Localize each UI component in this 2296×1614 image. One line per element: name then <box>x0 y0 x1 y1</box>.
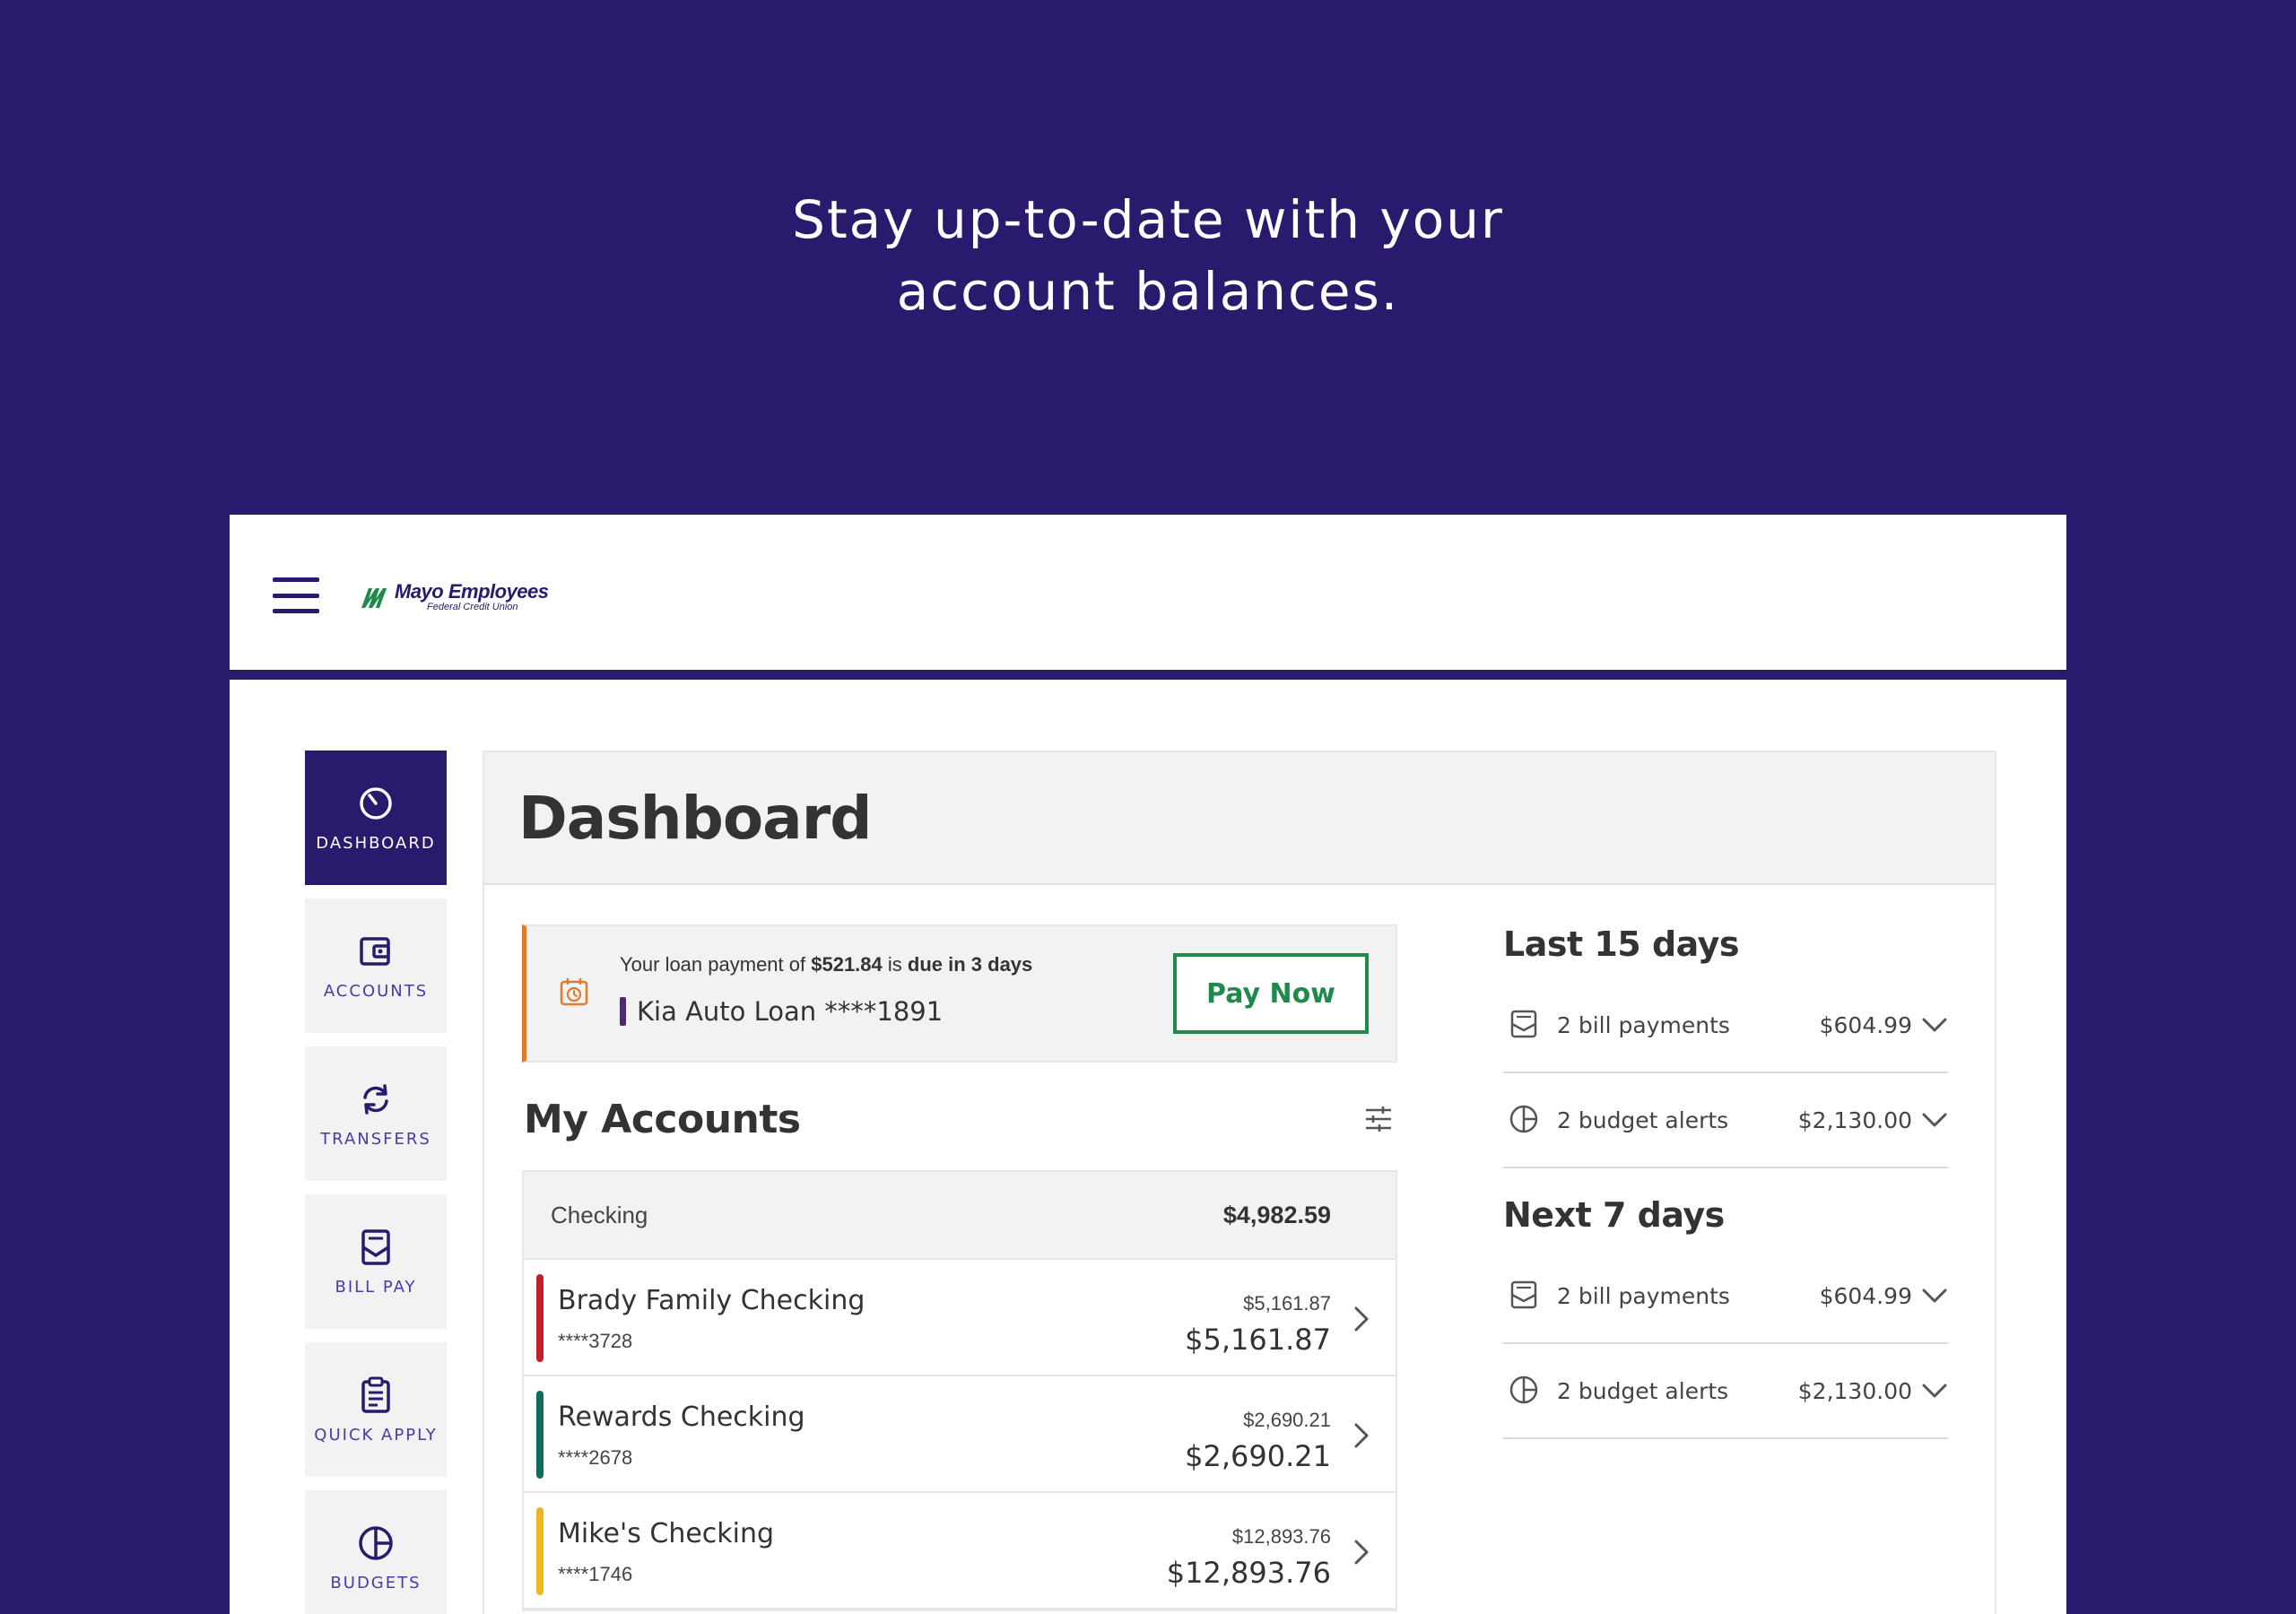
chevron-right-icon <box>1354 1423 1369 1448</box>
nav-budgets[interactable]: BUDGETS <box>305 1490 447 1614</box>
nav-accounts[interactable]: ACCOUNTS <box>305 898 447 1033</box>
logo-mark-icon <box>361 588 387 608</box>
account-available: $2,690.21 <box>1243 1409 1331 1431</box>
summary-label: 2 bill payments <box>1557 1012 1730 1038</box>
nav-label: TRANSFERS <box>320 1129 431 1149</box>
summary-amount: $2,130.00 <box>1797 1107 1912 1133</box>
summary-label: 2 budget alerts <box>1557 1378 1729 1404</box>
page-header: Dashboard <box>484 752 1995 885</box>
summary-row-budget-alerts[interactable]: 2 budget alerts $2,130.00 <box>1503 1073 1948 1168</box>
account-row[interactable]: Brady Family Checking ****3728 $5,161.87… <box>524 1260 1396 1376</box>
account-balance: $2,690.21 <box>1185 1439 1331 1473</box>
account-group-header[interactable]: Checking $4,982.59 <box>524 1172 1396 1260</box>
chevron-right-icon <box>1354 1306 1369 1332</box>
loan-account: Kia Auto Loan ****1891 <box>620 996 943 1027</box>
chevron-right-icon <box>1354 1540 1369 1565</box>
nav-label: QUICK APPLY <box>314 1425 438 1445</box>
bill-icon <box>1510 1280 1537 1309</box>
bill-icon <box>1510 1010 1537 1038</box>
chevron-down-icon <box>1922 1018 1947 1032</box>
summary-row-bill-payments[interactable]: 2 bill payments $604.99 <box>1503 978 1948 1073</box>
chevron-down-icon <box>1922 1384 1947 1398</box>
chevron-down-icon <box>1922 1113 1947 1127</box>
headline-line-2: account balances. <box>896 261 1400 322</box>
loan-message: Your loan payment of $521.84 is due in 3… <box>620 953 1032 976</box>
transfer-icon <box>363 1083 388 1115</box>
filter-settings-icon[interactable] <box>1363 1104 1394 1134</box>
account-row[interactable]: Mike's Checking ****1746 $12,893.76 $12,… <box>524 1493 1396 1610</box>
logo-subtitle: Federal Credit Union <box>427 602 518 612</box>
account-name: Brady Family Checking <box>558 1285 865 1316</box>
nav-label: BUDGETS <box>330 1573 422 1592</box>
account-available: $12,893.76 <box>1231 1525 1331 1548</box>
account-available: $5,161.87 <box>1243 1292 1331 1315</box>
account-color-bar <box>536 1507 544 1595</box>
loan-message-middle: is <box>882 953 908 976</box>
hamburger-menu-icon[interactable] <box>273 577 319 613</box>
pay-now-button[interactable]: Pay Now <box>1173 953 1369 1034</box>
summary-amount: $2,130.00 <box>1797 1378 1912 1404</box>
account-number: ****3728 <box>558 1330 633 1352</box>
logo[interactable]: Mayo Employees Federal Credit Union <box>359 570 549 624</box>
calendar-clock-icon <box>560 978 588 1006</box>
summary-amount: $604.99 <box>1819 1283 1912 1309</box>
loan-message-prefix: Your loan payment of <box>620 953 812 976</box>
pie-icon <box>359 1525 393 1560</box>
summary-row-bill-payments[interactable]: 2 bill payments $604.99 <box>1503 1249 1948 1344</box>
clipboard-icon <box>361 1376 390 1413</box>
summary-row-budget-alerts[interactable]: 2 budget alerts $2,130.00 <box>1503 1344 1948 1439</box>
account-row[interactable]: Rewards Checking ****2678 $2,690.21 $2,6… <box>524 1376 1396 1493</box>
account-group-name: Checking <box>551 1201 648 1228</box>
nav-label: ACCOUNTS <box>323 981 429 1001</box>
loan-due: due in 3 days <box>907 953 1033 976</box>
top-bar: Mayo Employees Federal Credit Union <box>230 515 2066 680</box>
headline: Stay up-to-date with your account balanc… <box>0 184 2296 327</box>
summary-amount: $604.99 <box>1819 1012 1912 1038</box>
nav-dashboard[interactable]: DASHBOARD <box>305 751 447 885</box>
account-name: Mike's Checking <box>558 1518 775 1549</box>
account-number: ****1746 <box>558 1563 633 1585</box>
pie-icon <box>1509 1105 1538 1133</box>
wallet-icon <box>360 936 390 966</box>
nav-label: BILL PAY <box>335 1277 417 1297</box>
gauge-icon <box>360 786 392 820</box>
loan-name: Kia Auto Loan ****1891 <box>637 996 944 1027</box>
chevron-down-icon <box>1922 1289 1947 1303</box>
headline-line-1: Stay up-to-date with your <box>792 189 1504 250</box>
nav-bill-pay[interactable]: BILL PAY <box>305 1194 447 1329</box>
account-number: ****2678 <box>558 1446 633 1469</box>
main-content: Dashboard Your loan payment of $521.84 i… <box>483 751 1996 1614</box>
my-accounts-title: My Accounts <box>524 1097 801 1142</box>
nav-transfers[interactable]: TRANSFERS <box>305 1046 447 1181</box>
account-name: Rewards Checking <box>558 1401 805 1433</box>
sidebar-nav: DASHBOARD ACCOUNTS TRANSFERS BILL PAY QU… <box>305 751 447 1614</box>
summary-label: 2 bill payments <box>1557 1283 1730 1309</box>
nav-quick-apply[interactable]: QUICK APPLY <box>305 1342 447 1477</box>
account-balance: $5,161.87 <box>1185 1323 1331 1357</box>
account-balance: $12,893.76 <box>1166 1556 1331 1590</box>
page-title: Dashboard <box>518 783 873 853</box>
account-color-bar <box>536 1391 544 1479</box>
logo-name: Mayo Employees <box>395 580 549 603</box>
account-color-bar <box>536 1274 544 1362</box>
accounts-table: Checking $4,982.59 Brady Family Checking… <box>522 1170 1397 1611</box>
last-15-days-title: Last 15 days <box>1503 924 1740 964</box>
loan-amount: $521.84 <box>811 953 883 976</box>
app-window: Mayo Employees Federal Credit Union DASH… <box>230 515 2066 1614</box>
summary-label: 2 budget alerts <box>1557 1107 1729 1133</box>
next-7-days-title: Next 7 days <box>1503 1195 1725 1235</box>
pie-icon <box>1509 1375 1538 1404</box>
bill-icon <box>361 1228 390 1265</box>
account-group-total: $4,982.59 <box>1222 1201 1331 1228</box>
nav-label: DASHBOARD <box>316 833 436 853</box>
loan-color-bar <box>620 997 626 1026</box>
loan-payment-alert: Your loan payment of $521.84 is due in 3… <box>522 924 1397 1063</box>
